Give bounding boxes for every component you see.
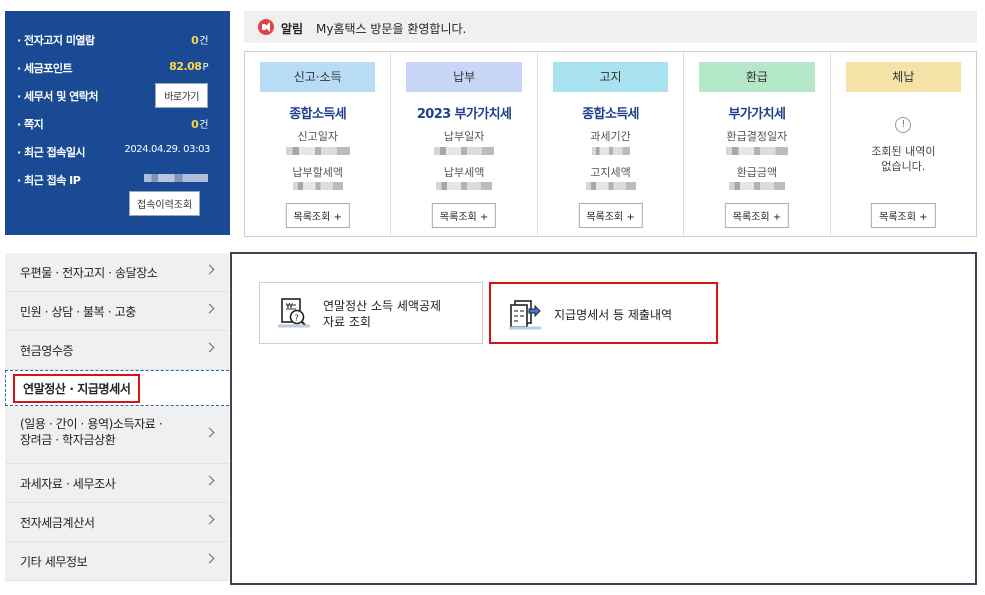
redacted-value (434, 147, 495, 155)
menu-item-label: 기타 세무정보 (20, 555, 88, 569)
card-label: 환급결정일자 (726, 130, 788, 143)
notice-tag: 알림 (281, 22, 304, 36)
chevron-right-icon (204, 303, 215, 314)
svg-text:W: W (286, 302, 293, 310)
menu-item-other-tax-info[interactable]: 기타 세무정보 (5, 542, 229, 581)
redacted-value (292, 182, 343, 190)
tax-points-row[interactable]: · 세금포인트 82.08P (5, 53, 230, 81)
card-tab[interactable]: 신고·소득 (260, 62, 376, 92)
empty-message: 조회된 내역이 없습니다. (871, 145, 936, 173)
messages-value[interactable]: 0건 (191, 116, 208, 131)
menu-item-label: 현금영수증 (20, 344, 74, 358)
menu-item-civil-complaints[interactable]: 민원 · 상담 · 불복 · 고충 (5, 292, 229, 331)
unread-notices-row[interactable]: · 전자고지 미열람 0건 (5, 25, 230, 53)
svg-text:?: ? (295, 313, 299, 322)
messages-row[interactable]: · 쪽지 0건 (5, 109, 230, 137)
menu-item-year-end-settlement[interactable]: 연말정산 · 지급명세서 (5, 370, 229, 406)
card-notice: 고지 종합소득세 과세기간 고지세액 목록조회 + (538, 52, 685, 236)
redacted-value (585, 182, 636, 190)
menu-item-label: 우편물 · 전자고지 · 송달장소 (20, 266, 158, 280)
menu-item-e-tax-invoice[interactable]: 전자세금계산서 (5, 503, 229, 542)
list-view-button[interactable]: 목록조회 + (285, 203, 350, 228)
card-tab[interactable]: 환급 (699, 62, 815, 92)
card-label: 납부일자 (443, 130, 485, 143)
side-menu: 우편물 · 전자고지 · 송달장소 민원 · 상담 · 불복 · 고충 현금영수… (5, 253, 229, 581)
user-info-panel: · 전자고지 미열람 0건 · 세금포인트 82.08P · 세무서 및 연락처… (5, 11, 230, 235)
login-history-button[interactable]: 접속이력조회 (129, 191, 201, 216)
card-label: 과세기간 (590, 130, 631, 143)
document-search-icon: W ? (278, 298, 310, 328)
card-title[interactable]: 2023 부가가치세 (391, 103, 536, 122)
card-tab[interactable]: 체납 (845, 62, 962, 92)
card-refund: 환급 부가가치세 환급결정일자 환급금액 목록조회 + (684, 52, 831, 236)
tax-office-shortcut-button[interactable]: 바로가기 (155, 83, 208, 108)
redacted-value (725, 147, 788, 155)
list-view-button[interactable]: 목록조회 + (871, 203, 936, 228)
menu-item-tax-audit[interactable]: 과세자료 · 세무조사 (5, 464, 229, 503)
megaphone-icon (258, 19, 274, 35)
menu-item-mail-notices[interactable]: 우편물 · 전자고지 · 송달장소 (5, 253, 229, 292)
last-ip-value-redacted (144, 174, 208, 182)
last-login-row: · 최근 접속일시 2024.04.29. 03:03 (5, 137, 230, 165)
menu-item-cash-receipts[interactable]: 현금영수증 (5, 331, 229, 370)
card-label: 납부세액 (443, 166, 485, 179)
chevron-right-icon (204, 475, 215, 486)
card-arrears: 체납 ! 조회된 내역이 없습니다. 목록조회 + (831, 52, 976, 236)
card-tab[interactable]: 납부 (406, 62, 522, 92)
card-label: 환급금액 (736, 166, 778, 179)
last-ip-label: · 최근 접속 IP (17, 174, 81, 187)
menu-item-label: 민원 · 상담 · 불복 · 고충 (20, 305, 136, 319)
deduction-data-lookup-button[interactable]: W ? 연말정산 소득 세액공제 자료 조회 (259, 282, 483, 344)
card-title[interactable]: 종합소득세 (245, 103, 390, 122)
menu-item-label: (일용 · 간이 · 용역)소득자료 · 장려금 · 학자금상환 (20, 417, 163, 447)
last-login-value: 2024.04.29. 03:03 (124, 144, 210, 155)
menu-item-label: 전자세금계산서 (20, 516, 95, 530)
tax-points-value[interactable]: 82.08P (169, 60, 208, 73)
card-label: 납부할세액 (292, 166, 343, 179)
menu-item-income-data[interactable]: (일용 · 간이 · 용역)소득자료 · 장려금 · 학자금상환 (5, 406, 229, 464)
notice-bar: 알림 My홈택스 방문을 환영합니다. (244, 11, 977, 43)
card-title[interactable]: 종합소득세 (538, 103, 683, 122)
chevron-right-icon (204, 514, 215, 525)
unread-notices-label: · 전자고지 미열람 (17, 34, 95, 47)
tax-office-row: · 세무서 및 연락처 바로가기 (5, 81, 230, 109)
list-view-button[interactable]: 목록조회 + (724, 203, 790, 228)
payment-statement-submissions-label: 지급명세서 등 제출내역 (554, 308, 673, 322)
tax-office-label: · 세무서 및 연락처 (17, 90, 99, 103)
exclamation-icon: ! (895, 117, 912, 133)
redacted-value (728, 182, 785, 190)
messages-label: · 쪽지 (17, 118, 44, 131)
tax-points-label: · 세금포인트 (17, 62, 73, 75)
list-view-button[interactable]: 목록조회 + (578, 203, 643, 228)
notice-text: My홈택스 방문을 환영합니다. (316, 22, 467, 36)
list-view-button[interactable]: 목록조회 + (431, 203, 497, 228)
redacted-value (436, 182, 493, 190)
chevron-right-icon (204, 553, 215, 564)
card-title[interactable]: 부가가치세 (684, 103, 829, 122)
card-filing-income: 신고·소득 종합소득세 신고일자 납부할세액 목록조회 + (245, 52, 392, 236)
last-ip-row: · 최근 접속 IP (5, 165, 230, 193)
deduction-data-lookup-label: 연말정산 소득 세액공제 자료 조회 (323, 299, 442, 329)
card-label: 신고일자 (297, 130, 338, 143)
status-cards: 신고·소득 종합소득세 신고일자 납부할세액 목록조회 + 납부 2023 부가… (244, 51, 977, 237)
chevron-right-icon (204, 342, 215, 353)
redacted-value (591, 147, 630, 155)
card-tab[interactable]: 고지 (552, 62, 669, 92)
chevron-right-icon (204, 264, 215, 275)
unread-notices-value[interactable]: 0건 (191, 32, 208, 47)
card-label: 고지세액 (590, 166, 631, 179)
submenu-panel: W ? 연말정산 소득 세액공제 자료 조회 지급명세서 등 제출내역 (230, 252, 977, 585)
last-login-label: · 최근 접속일시 (17, 146, 86, 159)
card-payment: 납부 2023 부가가치세 납부일자 납부세액 목록조회 + (391, 52, 538, 236)
menu-item-label: 과세자료 · 세무조사 (20, 477, 116, 491)
redacted-value (285, 147, 350, 155)
menu-item-label: 연말정산 · 지급명세서 (13, 374, 141, 403)
document-submit-icon (509, 300, 541, 330)
chevron-right-icon (204, 427, 215, 438)
payment-statement-submissions-button[interactable]: 지급명세서 등 제출내역 (489, 282, 718, 344)
